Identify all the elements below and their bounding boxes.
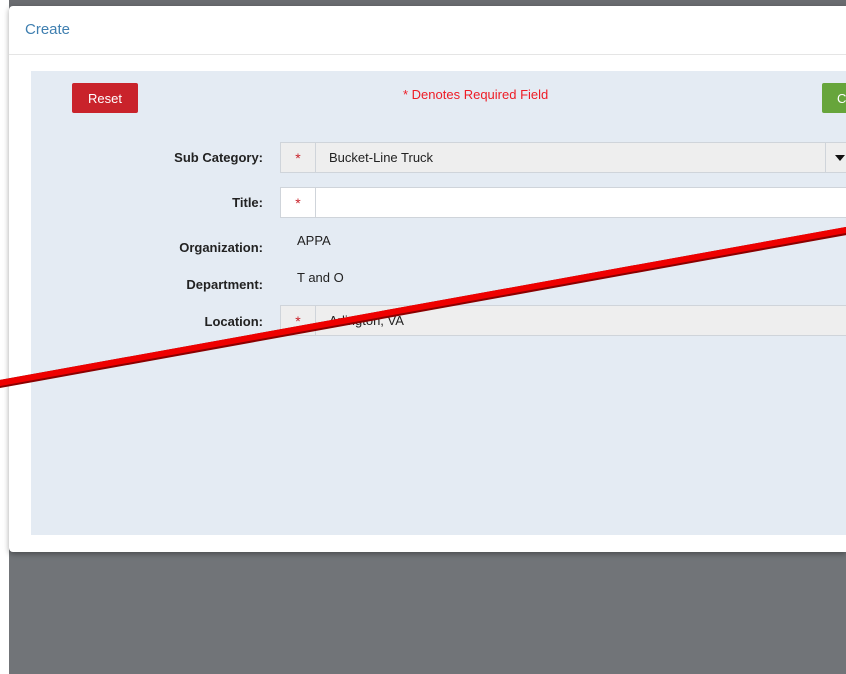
sub-category-dropdown-toggle[interactable]	[825, 143, 846, 172]
location-select[interactable]: * Arlington, VA	[280, 305, 846, 336]
sub-category-label: Sub Category:	[174, 150, 263, 165]
sub-category-select[interactable]: * Bucket-Line Truck	[280, 142, 846, 173]
required-marker: *	[281, 188, 316, 217]
organization-label: Organization:	[179, 240, 263, 255]
required-marker: *	[281, 143, 316, 172]
modal-header: Create	[9, 6, 846, 55]
title-input[interactable]	[316, 187, 846, 218]
department-value: T and O	[297, 270, 344, 285]
form-panel: Reset * Denotes Required Field C Sub Cat…	[31, 71, 846, 535]
modal-title: Create	[25, 21, 71, 38]
create-button[interactable]: C	[822, 83, 846, 113]
title-label: Title:	[232, 195, 263, 210]
sub-category-value: Bucket-Line Truck	[329, 150, 434, 165]
caret-down-icon	[835, 154, 845, 161]
department-label: Department:	[186, 277, 263, 292]
required-field-note: * Denotes Required Field	[403, 87, 549, 102]
create-modal: Create Reset * Denotes Required Field C …	[9, 6, 846, 552]
location-label: Location:	[204, 314, 264, 329]
organization-value: APPA	[297, 233, 331, 248]
title-field: *	[280, 187, 846, 218]
reset-button[interactable]: Reset	[72, 83, 138, 113]
location-value: Arlington, VA	[329, 313, 404, 328]
page-left-edge	[0, 0, 9, 674]
required-marker: *	[281, 306, 316, 335]
